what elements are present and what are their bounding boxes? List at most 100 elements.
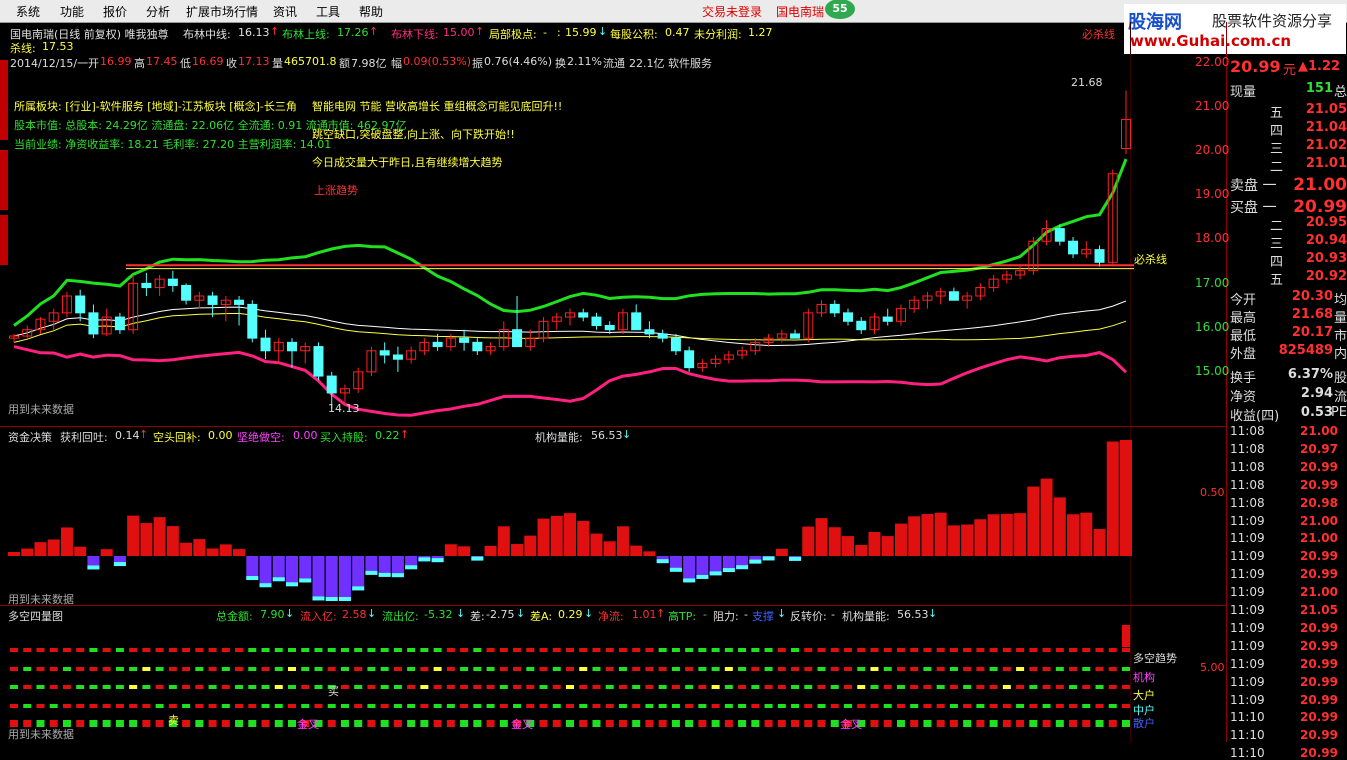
tick-time: 11:09 [1230, 638, 1265, 653]
fund-bar-positive [894, 523, 907, 556]
local-extreme-label: 局部极点: [489, 28, 537, 41]
golden-cross-mark: 金叉 [297, 718, 319, 731]
quad-cell [221, 648, 230, 652]
price-tick: 21.00 [1195, 99, 1230, 113]
quad-inst-label: 机构量能: [842, 610, 890, 623]
quad-cell [367, 704, 376, 708]
info-amount-label: 额 [339, 57, 350, 70]
quad-cell [235, 720, 244, 727]
tick-time: 11:09 [1230, 692, 1265, 707]
price-tick: 15.00 [1195, 364, 1230, 378]
quad-cell [671, 720, 680, 727]
quad-cell [923, 704, 932, 708]
quad-cell [896, 667, 905, 671]
fund-bar-cap [259, 583, 272, 588]
tick-time: 11:08 [1230, 459, 1265, 474]
quad-cell [513, 704, 522, 708]
quad-cell [963, 704, 972, 708]
quote-unit: 元 [1283, 63, 1297, 78]
quad-in-value: 2.58 [342, 608, 367, 621]
fund-bar-negative [312, 556, 325, 601]
quad-cell [10, 648, 18, 652]
eps-reserve-label: 每股公积: [610, 28, 658, 41]
fund-bar-positive [1093, 529, 1106, 556]
candle-body [1068, 240, 1079, 255]
quad-cell [566, 704, 574, 708]
quad-cell [460, 648, 469, 652]
fund-bar-positive [1106, 441, 1119, 556]
quad-cell [804, 648, 813, 652]
candle-body [631, 312, 642, 331]
quad-cell [592, 667, 601, 671]
candle-body [856, 320, 867, 331]
fund-buy-label: 买入持股: [320, 431, 368, 444]
candle-body [1054, 228, 1065, 242]
quad-cell [499, 648, 508, 652]
tick-price: 20.99 [1300, 746, 1338, 760]
future-data-note: 用到未来数据 [8, 403, 74, 416]
fund-bar-positive [603, 541, 616, 556]
quad-cell [76, 667, 85, 671]
price-tick: 16.00 [1195, 320, 1230, 334]
tick-price: 21.00 [1300, 424, 1338, 438]
quad-cell [870, 667, 879, 671]
quad-cell [1108, 720, 1117, 727]
fund-bar-positive [1000, 513, 1013, 556]
quad-cell [711, 704, 720, 708]
quad-cell [605, 648, 614, 652]
quad-diffa-value: 0.29 [558, 608, 583, 621]
tick-time: 11:10 [1230, 710, 1265, 725]
tick-price: 20.99 [1300, 674, 1338, 689]
fund-axis-tick: 0.50 [1200, 486, 1225, 499]
candle-body [234, 299, 245, 305]
quad-cell [870, 685, 879, 689]
tick-price: 20.99 [1300, 567, 1338, 582]
quad-cell [486, 685, 495, 689]
quad-out-value: -5.32 [424, 608, 453, 621]
candle-body [75, 295, 86, 314]
arrow-up-icon: ↑ [139, 428, 149, 441]
quad-cell [592, 685, 601, 689]
fund-bar-cap [338, 597, 351, 601]
quad-cell [539, 648, 548, 652]
quad-cell [738, 667, 747, 671]
quad-cell [1095, 685, 1104, 689]
quad-cell [949, 720, 958, 727]
quad-cell [817, 720, 826, 727]
undistributed-label: 未分利润: [694, 28, 742, 41]
quad-cell [1016, 648, 1025, 652]
quad-diff-label: 差: [470, 610, 485, 623]
quad-cell [1016, 704, 1025, 708]
quad-cell [605, 667, 614, 671]
fund-bar-positive [987, 514, 1000, 556]
quad-cell [76, 704, 85, 708]
fund-future-note: 用到未来数据 [8, 593, 74, 606]
quad-cell [274, 685, 283, 689]
fund-bar-positive [815, 518, 828, 556]
quad-cell [989, 720, 998, 727]
quad-cell [23, 648, 32, 652]
fund-bar-positive [140, 523, 153, 556]
quad-cell [963, 648, 972, 652]
fund-bar-positive [497, 526, 510, 556]
quad-cell [1122, 648, 1130, 652]
quad-cell [526, 685, 535, 689]
quad-cell [314, 704, 323, 708]
quad-cell [354, 720, 363, 727]
quad-cell [579, 704, 588, 708]
quad-out-label: 流出亿: [382, 610, 419, 623]
quad-cell [830, 648, 839, 652]
quad-cell [513, 667, 522, 671]
tick-time: 11:08 [1230, 495, 1265, 510]
quad-cell [910, 648, 919, 652]
quad-cell [896, 685, 905, 689]
fund-bar-positive [1053, 497, 1066, 556]
price-tick: 19.00 [1195, 187, 1230, 201]
quad-cell [301, 704, 310, 708]
quad-cell [367, 685, 376, 689]
boll-low-label: 布林下线: [391, 28, 439, 41]
quad-cell [23, 704, 32, 708]
quote-ask-level: 三 21.02 [1270, 138, 1347, 157]
quad-cell [102, 685, 111, 689]
candle-body [326, 375, 337, 394]
